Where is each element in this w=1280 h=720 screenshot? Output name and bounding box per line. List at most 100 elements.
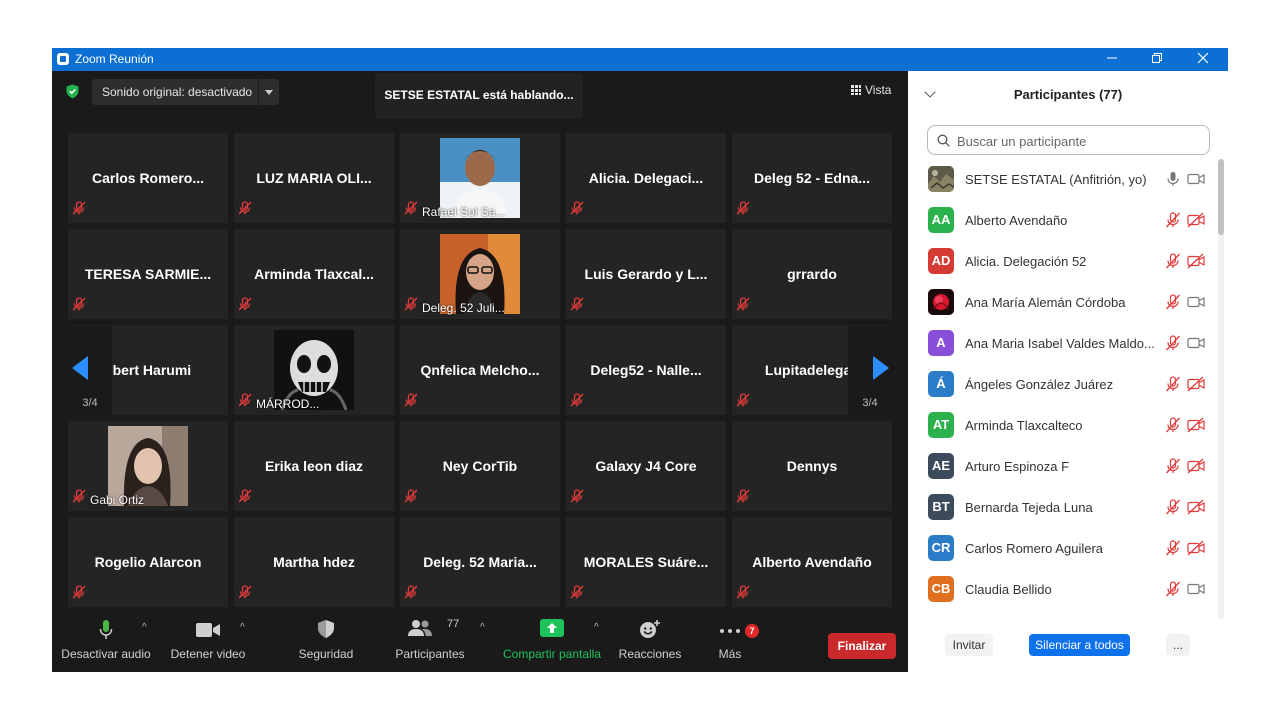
video-tile[interactable]: Deleg52 - Nalle...: [566, 325, 726, 415]
avatar: CB: [928, 576, 954, 602]
window-title: Zoom Reunión: [75, 52, 154, 66]
video-tile[interactable]: Carlos Romero...: [68, 133, 228, 223]
video-off-icon[interactable]: [1187, 540, 1205, 561]
encryption-shield-icon[interactable]: [66, 84, 79, 99]
participant-search[interactable]: [927, 125, 1210, 155]
participant-row[interactable]: AD Alicia. Delegación 52: [918, 241, 1214, 282]
security-button[interactable]: Seguridad: [294, 619, 358, 671]
video-camera-icon[interactable]: [1187, 294, 1205, 315]
minimize-button[interactable]: [1097, 49, 1127, 69]
participant-row[interactable]: SETSE ESTATAL (Anfitrión, yo): [918, 159, 1214, 200]
view-label: Vista: [865, 83, 892, 97]
video-tile[interactable]: LUZ MARIA OLI...: [234, 133, 394, 223]
participant-row[interactable]: Ana María Alemán Córdoba: [918, 282, 1214, 323]
stop-video-button[interactable]: Detener video: [171, 619, 245, 671]
muted-mic-icon: [404, 201, 418, 220]
participant-row[interactable]: AT Arminda Tlaxcalteco: [918, 405, 1214, 446]
participants-button[interactable]: 77 Participantes: [395, 618, 464, 671]
video-tile[interactable]: grrardo: [732, 229, 892, 319]
video-tile[interactable]: Alicia. Delegaci...: [566, 133, 726, 223]
muted-mic-icon[interactable]: [1165, 540, 1181, 561]
muted-mic-icon[interactable]: [1165, 294, 1181, 315]
video-tile[interactable]: Deleg. 52 Maria...: [400, 517, 560, 607]
tile-name: Galaxy J4 Core: [595, 458, 697, 474]
scrollbar-thumb[interactable]: [1218, 159, 1224, 235]
video-tile[interactable]: MÁRROD...: [234, 325, 394, 415]
participant-row[interactable]: Á Ángeles González Juárez: [918, 364, 1214, 405]
panel-more-button[interactable]: ...: [1166, 634, 1190, 656]
tile-name: Martha hdez: [273, 554, 355, 570]
video-off-icon[interactable]: [1187, 212, 1205, 233]
muted-mic-icon: [404, 297, 418, 316]
participant-name: Bernarda Tejeda Luna: [965, 500, 1093, 515]
participant-row[interactable]: CB Claudia Bellido: [918, 569, 1214, 610]
video-off-icon[interactable]: [1187, 458, 1205, 479]
microphone-icon[interactable]: [1165, 171, 1181, 192]
muted-mic-icon[interactable]: [1165, 417, 1181, 438]
video-tile[interactable]: Rogelio Alarcon: [68, 517, 228, 607]
muted-mic-icon[interactable]: [1165, 253, 1181, 274]
video-tile[interactable]: Rafael Sol Sa...: [400, 133, 560, 223]
muted-mic-icon: [570, 297, 584, 316]
muted-mic-icon[interactable]: [1165, 581, 1181, 602]
video-tile[interactable]: TERESA SARMIE...: [68, 229, 228, 319]
video-tile[interactable]: Deleg 52 - Edna...: [732, 133, 892, 223]
share-screen-button[interactable]: Compartir pantalla: [502, 619, 602, 671]
muted-mic-icon[interactable]: [1165, 335, 1181, 356]
video-camera-icon[interactable]: [1187, 335, 1205, 356]
mute-all-button[interactable]: Silenciar a todos: [1029, 634, 1130, 656]
participants-count: 77: [447, 618, 460, 630]
participant-row[interactable]: CR Carlos Romero Aguilera: [918, 528, 1214, 569]
video-tile[interactable]: Gabi Ortiz: [68, 421, 228, 511]
participant-list-scrollbar[interactable]: [1218, 159, 1224, 619]
video-off-icon[interactable]: [1187, 499, 1205, 520]
muted-mic-icon[interactable]: [1165, 458, 1181, 479]
previous-page-button[interactable]: 3/4: [68, 326, 112, 416]
reactions-button[interactable]: Reacciones: [618, 619, 682, 671]
participant-row[interactable]: AE Arturo Espinoza F: [918, 446, 1214, 487]
chevron-down-icon[interactable]: [258, 79, 279, 105]
invite-button[interactable]: Invitar: [945, 634, 993, 656]
video-tile[interactable]: Deleg. 52 Juli...: [400, 229, 560, 319]
video-tile[interactable]: MORALES Suáre...: [566, 517, 726, 607]
video-off-icon[interactable]: [1187, 253, 1205, 274]
mute-button[interactable]: Desactivar audio: [61, 619, 151, 671]
video-camera-icon[interactable]: [1187, 171, 1205, 192]
next-page-button[interactable]: 3/4: [848, 326, 892, 416]
video-off-icon[interactable]: [1187, 417, 1205, 438]
restore-button[interactable]: [1142, 49, 1172, 69]
video-tile[interactable]: Erika leon diaz: [234, 421, 394, 511]
video-tile[interactable]: Dennys: [732, 421, 892, 511]
share-options-chevron-icon[interactable]: ^: [594, 622, 599, 633]
end-meeting-button[interactable]: Finalizar: [828, 633, 896, 659]
original-sound-dropdown[interactable]: Sonido original: desactivado: [92, 79, 279, 105]
search-input[interactable]: [955, 131, 1209, 151]
video-tile[interactable]: Martha hdez: [234, 517, 394, 607]
video-tile[interactable]: Luis Gerardo y L...: [566, 229, 726, 319]
muted-mic-icon: [736, 201, 750, 220]
view-button[interactable]: Vista: [851, 83, 891, 97]
participant-row[interactable]: BT Bernarda Tejeda Luna: [918, 487, 1214, 528]
avatar: AA: [928, 207, 954, 233]
participants-options-chevron-icon[interactable]: ^: [480, 622, 485, 633]
video-tile[interactable]: Galaxy J4 Core: [566, 421, 726, 511]
muted-mic-icon: [570, 393, 584, 412]
muted-mic-icon[interactable]: [1165, 212, 1181, 233]
close-button[interactable]: [1188, 49, 1218, 69]
avatar: A: [928, 330, 954, 356]
video-camera-icon[interactable]: [1187, 581, 1205, 602]
participant-row[interactable]: AA Alberto Avendaño: [918, 200, 1214, 241]
video-tile[interactable]: Alberto Avendaño: [732, 517, 892, 607]
muted-mic-icon[interactable]: [1165, 499, 1181, 520]
muted-mic-icon[interactable]: [1165, 376, 1181, 397]
video-tile[interactable]: Ney CorTib: [400, 421, 560, 511]
muted-mic-icon: [404, 489, 418, 508]
video-tile[interactable]: Qnfelica Melcho...: [400, 325, 560, 415]
avatar: AT: [928, 412, 954, 438]
audio-options-chevron-icon[interactable]: ^: [142, 622, 147, 633]
video-off-icon[interactable]: [1187, 376, 1205, 397]
participant-row[interactable]: A Ana Maria Isabel Valdes Maldo...: [918, 323, 1214, 364]
video-tile[interactable]: Arminda Tlaxcal...: [234, 229, 394, 319]
video-options-chevron-icon[interactable]: ^: [240, 622, 245, 633]
tile-name: Ney CorTib: [442, 458, 518, 474]
